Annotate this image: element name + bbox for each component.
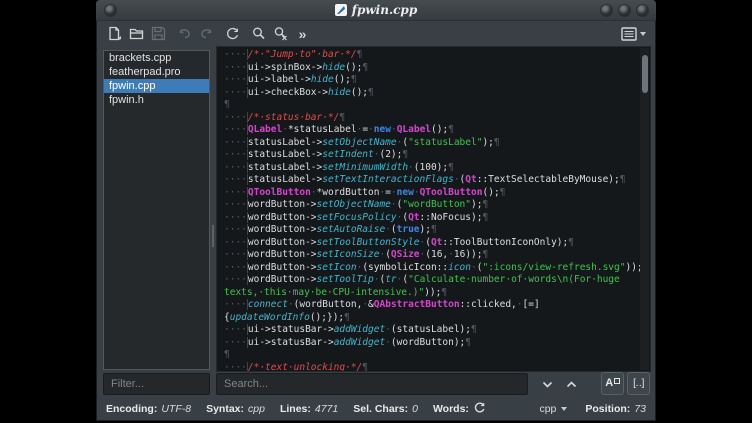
- status-bar: Encoding: UTF-8 Syntax: cpp Lines: 4771 …: [96, 397, 656, 421]
- code-line: ····statusLabel->setTextInteractionFlags…: [224, 174, 638, 187]
- splitter-handle[interactable]: [212, 225, 214, 247]
- code-line: {updateWordInfo();});¶: [224, 312, 638, 325]
- code-line: ····statusLabel->setObjectName·("statusL…: [224, 137, 638, 150]
- code-line: ····ui->statusBar->addWidget·(statusLabe…: [224, 324, 638, 337]
- syntax-status: Syntax: cpp: [206, 403, 265, 415]
- undo-icon[interactable]: [176, 25, 193, 42]
- match-case-icon: A: [605, 378, 613, 389]
- file-list[interactable]: brackets.cppfeatherpad.profpwin.cppfpwin…: [103, 50, 210, 370]
- code-line: ····statusLabel->setMinimumWidth·(100);¶: [224, 162, 638, 175]
- code-line: ¶: [224, 349, 638, 362]
- code-line: ····ui->label->hide();¶: [224, 74, 638, 87]
- file-item[interactable]: fpwin.h: [104, 93, 209, 107]
- search-replace-icon[interactable]: [272, 25, 289, 42]
- position-status: Position: 73: [585, 403, 646, 415]
- screen: fpwin.cpp: [0, 0, 752, 423]
- code-line: ····QLabel·*statusLabel·=·new·QLabel();¶: [224, 124, 638, 137]
- code-line: ····wordButton->setFocusPolicy·(Qt::NoFo…: [224, 212, 638, 225]
- language-combo[interactable]: cpp: [539, 403, 567, 415]
- code-line: ····wordButton->setToolTip·(tr·("Calcula…: [224, 274, 638, 287]
- encoding-status: Encoding: UTF-8: [106, 403, 191, 415]
- code-line: ····ui->checkBox->hide();¶: [224, 87, 638, 100]
- code-line: ····/*·status·bar·*/¶: [224, 112, 638, 125]
- close-button[interactable]: [637, 5, 648, 16]
- chevron-down-icon: [541, 378, 554, 391]
- match-case-button[interactable]: A: [601, 372, 624, 395]
- code-line: ····/*·"Jump·to"·bar·*/¶: [224, 49, 638, 62]
- menu-icon[interactable]: [621, 27, 646, 41]
- code-line: texts,·this·may·be·CPU-intensive.)"));¶: [224, 287, 638, 300]
- maximize-button[interactable]: [619, 5, 630, 16]
- filter-input[interactable]: Filter...: [103, 373, 210, 395]
- code-line: ¶: [224, 99, 638, 112]
- search-prev-button[interactable]: [560, 373, 582, 395]
- word-count-refresh-button[interactable]: [473, 401, 486, 417]
- new-tab-icon[interactable]: [106, 25, 123, 42]
- toolbar: »: [96, 21, 656, 46]
- code-line: ····wordButton->setAutoRaise·(true);¶: [224, 224, 638, 237]
- featherpad-app-icon: [335, 4, 347, 16]
- chevron-up-icon: [565, 378, 578, 391]
- search-placeholder: Search...: [224, 378, 268, 390]
- code-area: ····/*·"Jump·to"·bar·*/¶····ui->spinBox-…: [224, 49, 638, 372]
- file-item[interactable]: brackets.cpp: [104, 51, 209, 65]
- file-item[interactable]: featherpad.pro: [104, 65, 209, 79]
- code-line: ····wordButton->setToolButtonStyle·(Qt::…: [224, 237, 638, 250]
- open-icon[interactable]: [128, 25, 145, 42]
- code-line: ····wordButton->setObjectName·("wordButt…: [224, 199, 638, 212]
- featherpad-window: fpwin.cpp: [96, 0, 656, 421]
- window-title: fpwin.cpp: [352, 3, 417, 17]
- more-icon[interactable]: »: [294, 25, 311, 42]
- code-line: ····QToolButton·*wordButton·=·new·QToolB…: [224, 187, 638, 200]
- refresh-icon: [473, 401, 486, 414]
- chevron-down-icon: [640, 32, 646, 36]
- whole-word-button[interactable]: [‥]: [627, 372, 650, 395]
- code-line: ····ui->statusBar->addWidget·(wordButton…: [224, 337, 638, 350]
- search-next-button[interactable]: [536, 373, 558, 395]
- filter-placeholder: Filter...: [111, 378, 144, 390]
- scrollbar-thumb[interactable]: [642, 55, 648, 93]
- words-status: Words:: [433, 401, 486, 417]
- text-editor[interactable]: ····/*·"Jump·to"·bar·*/¶····ui->spinBox-…: [216, 46, 651, 372]
- code-line: ····ui->spinBox->hide();¶: [224, 62, 638, 75]
- whole-word-icon: [‥]: [633, 378, 644, 389]
- redo-icon[interactable]: [198, 25, 215, 42]
- search-icon[interactable]: [250, 25, 267, 42]
- search-input[interactable]: Search...: [216, 373, 528, 395]
- code-line: ····/*·text·unlocking·*/¶: [224, 362, 638, 373]
- title-bar: fpwin.cpp: [96, 0, 656, 21]
- lines-status: Lines: 4771: [280, 403, 338, 415]
- vertical-scrollbar[interactable]: [640, 48, 649, 370]
- code-line: ····connect·(wordButton,·&QAbstractButto…: [224, 299, 638, 312]
- reload-icon[interactable]: [224, 25, 241, 42]
- code-line: ····wordButton->setIcon·(symbolicIcon::i…: [224, 262, 638, 275]
- sel-chars-status: Sel. Chars: 0: [353, 403, 418, 415]
- minimize-button[interactable]: [601, 5, 612, 16]
- save-icon[interactable]: [150, 25, 167, 42]
- code-line: ····wordButton->setIconSize·(QSize·(16,·…: [224, 249, 638, 262]
- file-item[interactable]: fpwin.cpp: [104, 79, 209, 93]
- code-line: ····statusLabel->setIndent·(2);¶: [224, 149, 638, 162]
- chevron-down-icon: [561, 407, 567, 411]
- window-menu-button[interactable]: [105, 5, 116, 16]
